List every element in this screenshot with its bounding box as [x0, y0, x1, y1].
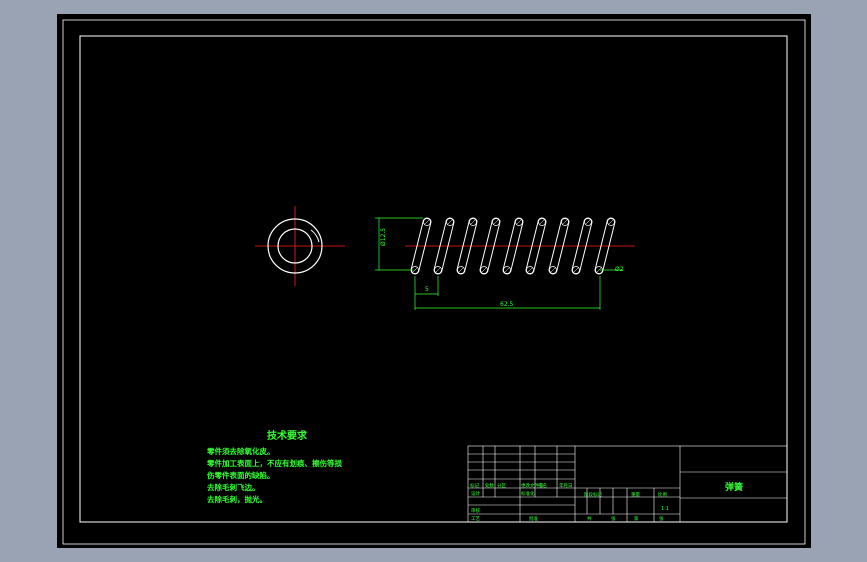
wire-section-hatch: [516, 219, 522, 225]
technical-requirements-title: 技术要求: [267, 431, 307, 442]
tb-label-signature: 签名: [538, 482, 547, 489]
wire-section-hatch: [539, 219, 545, 225]
wire-section-hatch: [562, 219, 568, 225]
tb-label-count: 处数: [485, 482, 494, 489]
tb-label-design: 设计: [471, 490, 480, 497]
wire-section-hatch: [412, 267, 418, 273]
cad-drawing: Ø12.5 5 62.5 Ø2 标记 处数 分区 更改文件号 签名 年月日 设计…: [62, 19, 806, 545]
wire-section-hatch: [470, 219, 476, 225]
end-view: [255, 206, 345, 286]
tb-scale-value: 1:1: [661, 506, 669, 512]
wire-section-hatch: [585, 219, 591, 225]
wire-section-hatch: [447, 219, 453, 225]
tech-line: 伤零件表面的缺陷。: [207, 471, 275, 480]
technical-requirements-list: 零件须去除氧化皮。 零件加工表面上，不应有划痕、擦伤等损 伤零件表面的缺陷。 去…: [207, 446, 342, 506]
tb-label-review: 审核: [471, 507, 480, 514]
tech-line: 零件加工表面上，不应有划痕、擦伤等损: [207, 459, 342, 468]
tb-label-process: 工艺: [471, 516, 480, 522]
inner-frame: [79, 35, 788, 523]
pitch-dimension-text: 5: [425, 286, 429, 293]
tb-label-date: 年月日: [559, 482, 573, 489]
wire-section-hatch: [504, 267, 510, 273]
wire-dia-dimension-text: Ø2: [615, 266, 624, 273]
tech-line: 去除毛刺飞边。: [207, 483, 260, 492]
wire-section-hatch: [573, 267, 579, 273]
tb-label-zone: 分区: [497, 482, 506, 489]
wire-section-hatch: [493, 219, 499, 225]
wire-section-hatch: [424, 219, 430, 225]
tb-label-mark: 标记: [470, 482, 479, 489]
wire-section-hatch: [527, 267, 533, 273]
tb-label-standardization: 标准化: [521, 490, 535, 497]
wire-section-hatch: [435, 267, 441, 273]
tb-label-scale: 比例: [658, 491, 667, 498]
part-name: 弹簧: [725, 481, 743, 493]
tb-label-sheet: 张: [611, 515, 616, 522]
tb-label-stage-mark: 阶段标记: [584, 491, 602, 498]
length-dimension-text: 62.5: [500, 301, 514, 308]
tech-line: 零件须去除氧化皮。: [207, 447, 275, 456]
tb-label-weight: 重量: [631, 491, 640, 498]
wire-section-hatch: [481, 267, 487, 273]
tb-label-sheet-2: 张: [659, 515, 664, 522]
od-dimension-text: Ø12.5: [380, 228, 387, 246]
title-block-labels: 标记 处数 分区 更改文件号 签名 年月日 设计 标准化 阶段标记 重量 比例 …: [470, 481, 743, 522]
tb-label-page: 第: [634, 515, 639, 522]
tb-label-approve: 批准: [529, 515, 538, 522]
outer-border: [62, 19, 806, 545]
tb-label-sheets-total: 共: [587, 515, 592, 522]
wire-section-hatch: [550, 267, 556, 273]
tech-line: 去除毛刺，抛光。: [207, 495, 267, 504]
drawing-sheet: Ø12.5 5 62.5 Ø2 标记 处数 分区 更改文件号 签名 年月日 设计…: [57, 14, 811, 548]
wire-section-hatch: [458, 267, 464, 273]
spring-side-view: [405, 217, 635, 275]
wire-section-hatch: [608, 219, 614, 225]
